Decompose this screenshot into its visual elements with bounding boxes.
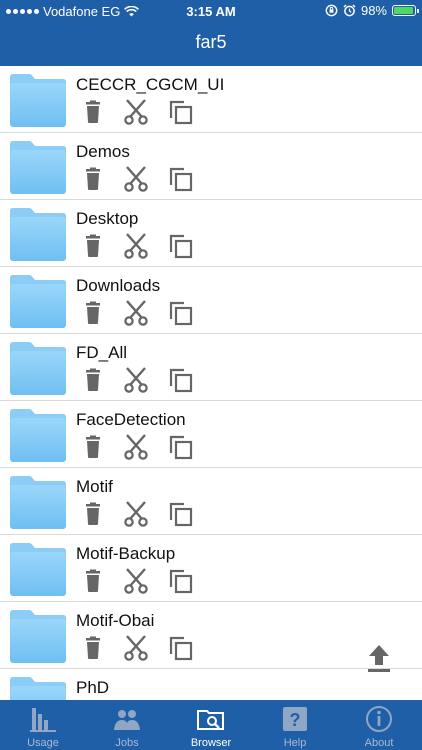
list-item[interactable]: Desktop	[0, 200, 422, 267]
folder-actions	[80, 367, 210, 395]
cut-icon[interactable]	[123, 434, 149, 460]
tab-label: Jobs	[115, 737, 139, 749]
tab-bar: Usage Jobs Browser? Help About	[0, 700, 422, 750]
delete-icon[interactable]	[80, 99, 106, 125]
delete-icon[interactable]	[80, 501, 106, 527]
folder-name: Demos	[76, 142, 130, 161]
folder-name: Motif	[76, 477, 113, 496]
tab-label: Usage	[27, 737, 59, 749]
copy-icon[interactable]	[168, 635, 194, 661]
copy-icon[interactable]	[168, 434, 194, 460]
folder-actions	[80, 99, 210, 127]
folder-actions	[80, 501, 210, 529]
tab-jobs[interactable]: Jobs	[85, 700, 169, 750]
cut-icon[interactable]	[123, 635, 149, 661]
folder-icon	[10, 677, 66, 700]
question-icon: ?	[283, 707, 307, 731]
folder-name: FaceDetection	[76, 410, 186, 429]
svg-text:?: ?	[290, 710, 301, 730]
users-icon	[114, 710, 140, 730]
header: Vodafone EG 3:15 AM 98% far5	[0, 0, 422, 66]
copy-icon[interactable]	[168, 367, 194, 393]
folder-icon	[10, 610, 66, 663]
list-item[interactable]: Downloads	[0, 267, 422, 334]
copy-icon[interactable]	[168, 166, 194, 192]
upload-icon[interactable]	[365, 642, 393, 674]
folder-name: Desktop	[76, 209, 139, 228]
folder-name: Motif-Backup	[76, 544, 176, 563]
folder-actions	[80, 635, 210, 663]
tab-label: Browser	[190, 737, 232, 749]
folder-list[interactable]: CECCR_CGCM_UI Demos Desktop Downloads FD_All…	[0, 66, 422, 700]
delete-icon[interactable]	[80, 233, 106, 259]
copy-icon[interactable]	[168, 501, 194, 527]
tab-label: Help	[283, 737, 307, 749]
folder-search-icon	[197, 710, 224, 730]
tab-browser[interactable]: Browser	[169, 700, 253, 750]
delete-icon[interactable]	[80, 166, 106, 192]
folder-actions	[80, 300, 210, 328]
folder-actions	[80, 568, 210, 596]
cut-icon[interactable]	[123, 501, 149, 527]
cut-icon[interactable]	[123, 300, 149, 326]
copy-icon[interactable]	[168, 233, 194, 259]
delete-icon[interactable]	[80, 568, 106, 594]
list-item[interactable]: FD_All	[0, 334, 422, 401]
bar-chart-icon	[30, 708, 56, 732]
folder-name: Downloads	[76, 276, 161, 295]
list-item[interactable]: FaceDetection	[0, 401, 422, 468]
folder-name: PhD	[76, 678, 110, 697]
copy-icon[interactable]	[168, 99, 194, 125]
folder-actions	[80, 434, 210, 462]
folder-actions	[80, 233, 210, 261]
folder-icon	[10, 275, 66, 328]
delete-icon[interactable]	[80, 367, 106, 393]
battery-icon	[392, 5, 419, 16]
folder-icon	[10, 141, 66, 194]
folder-name: CECCR_CGCM_UI	[76, 75, 225, 94]
folder-icon	[10, 208, 66, 261]
list-item[interactable]: Motif	[0, 468, 422, 535]
copy-icon[interactable]	[168, 300, 194, 326]
tab-usage[interactable]: Usage	[1, 700, 85, 750]
list-item[interactable]: Demos	[0, 133, 422, 200]
folder-icon	[10, 342, 66, 395]
info-icon	[366, 706, 392, 732]
list-item[interactable]: PhD	[0, 669, 422, 700]
page-title: far5	[195, 32, 227, 52]
tab-help[interactable]: ? Help	[253, 700, 337, 750]
cut-icon[interactable]	[123, 166, 149, 192]
delete-icon[interactable]	[80, 300, 106, 326]
delete-icon[interactable]	[80, 635, 106, 661]
cut-icon[interactable]	[123, 233, 149, 259]
folder-icon	[10, 476, 66, 529]
list-item[interactable]: Motif-Obai	[0, 602, 422, 669]
folder-name: FD_All	[76, 343, 128, 362]
tab-about[interactable]: About	[337, 700, 421, 750]
folder-actions	[80, 166, 210, 194]
cut-icon[interactable]	[123, 99, 149, 125]
folder-icon	[10, 409, 66, 462]
alarm-icon	[343, 4, 356, 17]
list-item[interactable]: Motif-Backup	[0, 535, 422, 602]
folder-icon	[10, 74, 66, 127]
orientation-lock-icon	[325, 4, 338, 17]
battery-percent: 98%	[360, 3, 387, 18]
list-item[interactable]: CECCR_CGCM_UI	[0, 66, 422, 133]
copy-icon[interactable]	[168, 568, 194, 594]
folder-icon	[10, 543, 66, 596]
status-bar: Vodafone EG 3:15 AM 98%	[0, 0, 422, 22]
cut-icon[interactable]	[123, 568, 149, 594]
tab-label: About	[364, 737, 394, 749]
delete-icon[interactable]	[80, 434, 106, 460]
cut-icon[interactable]	[123, 367, 149, 393]
folder-name: Motif-Obai	[76, 611, 155, 630]
